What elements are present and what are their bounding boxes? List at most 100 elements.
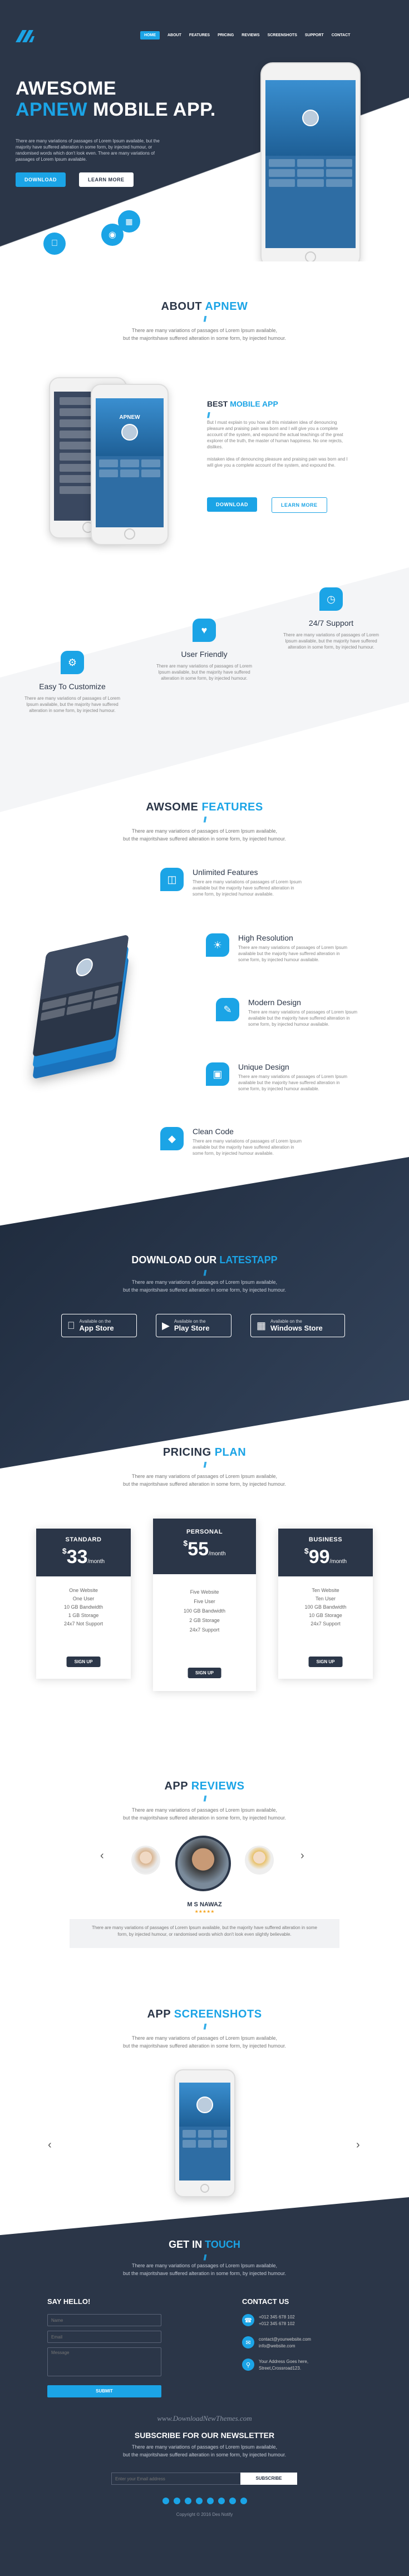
home-button-icon [305,251,316,261]
plan-price: 99 [308,1546,330,1568]
about-paragraph-2: mistaken idea of denouncing pleasure and… [207,457,348,468]
hero-download-button[interactable]: DOWNLOAD [16,172,66,187]
app-store-button[interactable]:  Available on theApp Store [61,1314,137,1337]
screenshots-prev-arrow-icon[interactable]: ‹ [48,2139,52,2152]
download-title-text: DOWNLOAD OUR [131,1254,217,1265]
avatar [196,2096,213,2113]
nav-contact[interactable]: CONTACT [332,33,351,39]
highlight-text: There are many variations of passages of… [283,632,380,650]
reviewer-avatar-right[interactable] [245,1846,274,1875]
download-desc-line1: There are many variations of passages of… [131,1279,278,1285]
slashes-divider: // [203,2022,207,2031]
nav-home[interactable]: HOME [140,31,160,39]
about-download-button[interactable]: DOWNLOAD [207,497,257,512]
reviews-section: APP REVIEWS // There are many variations… [0,1780,409,1958]
feature-high-resolution: ☀ High Resolution There are many variati… [206,933,351,967]
google-plus-icon[interactable] [184,2498,191,2504]
linkedin-icon[interactable] [195,2498,203,2504]
signup-button[interactable]: SIGN UP [66,1657,101,1667]
slashes-divider: // [203,2253,207,2262]
feature-text: There are many variations of passages of… [238,945,348,962]
contact-us-heading: CONTACT US [242,2297,289,2306]
plan-currency: $ [304,1546,309,1555]
hero-learn-more-button[interactable]: LEARN MORE [79,172,134,187]
layers-icon: ◫ [160,868,184,891]
reviews-prev-arrow-icon[interactable]: ‹ [100,1850,104,1862]
hero-title: AWESOME APNEW MOBILE APP. [16,78,216,120]
features-title: AWSOME FEATURES [0,801,409,814]
contact-description: There are many variations of passages of… [0,2262,409,2277]
heart-icon: ♥ [193,619,216,642]
download-section: DOWNLOAD OUR LATESTAPP // There are many… [0,1157,409,1469]
slashes-divider: // [203,1460,207,1469]
feature-title: Clean Code [193,1127,234,1136]
contact-address-1: Your Address Goes here, [259,2359,309,2364]
email-field[interactable] [47,2331,161,2343]
twitter-icon[interactable] [173,2498,180,2504]
features-section: AWSOME FEATURES // There are many variat… [0,801,409,1190]
reviewer-avatar-left[interactable] [131,1846,160,1875]
name-field[interactable] [47,2314,161,2326]
features-description: There are many variations of passages of… [0,827,409,843]
about-phone-right: APNEW [91,384,169,545]
slashes-divider: // [203,314,207,323]
nav-reviews[interactable]: REVIEWS [242,33,259,39]
windows-bubble-icon[interactable]: ▦ [118,210,140,233]
best-title-accent: MOBILE APP [230,399,278,408]
slashes-divider: // [207,411,210,419]
nav-about[interactable]: ABOUT [167,33,181,39]
plan-business: BUSINESS $99/month Ten Website Ten User 100… [278,1529,373,1679]
signup-button[interactable]: SIGN UP [308,1657,343,1667]
feature-title: Unlimited Features [193,868,258,877]
apple-bubble-icon[interactable]:  [43,233,66,255]
nav-pricing[interactable]: PRICING [218,33,234,39]
reviews-title-accent: REVIEWS [191,1780,245,1792]
slashes-divider: // [203,1268,207,1277]
feature-text: There are many variations of passages of… [248,1010,358,1027]
reviewer-avatar-main[interactable] [175,1836,231,1891]
best-app-title: BEST MOBILE APP [207,399,278,408]
location-pin-icon: ⚲ [242,2359,254,2371]
highlight-support: ◷ 24/7 Support There are many variations… [278,587,384,650]
copyright-text: Copyright © 2016 Des Notify [176,2512,233,2517]
main-nav: HOME ABOUT FEATURES PRICING REVIEWS SCRE… [140,31,351,39]
screenshots-next-arrow-icon[interactable]: › [356,2139,360,2152]
screenshots-title-text: APP [147,2008,171,2020]
feature-title: Modern Design [248,998,301,1007]
screenshots-title: APP SCREENSHOTS [0,2008,409,2021]
pinterest-icon[interactable] [206,2498,214,2504]
contact-email-2[interactable]: info@website.com [259,2343,311,2350]
contact-email-1[interactable]: contact@yourwebsite.com [259,2336,311,2343]
plan-features: One Website One User 10 GB Bandwidth 1 GB S… [63,1588,104,1626]
nav-support[interactable]: SUPPORT [305,33,324,39]
newsletter-email-input[interactable] [111,2473,242,2485]
reviews-next-arrow-icon[interactable]: › [300,1850,304,1862]
contact-address: Your Address Goes here, Street,Crossroad1… [259,2359,308,2372]
hero-section: HOME ABOUT FEATURES PRICING REVIEWS SCRE… [0,0,409,261]
rss-icon[interactable] [240,2498,247,2504]
say-hello-heading: SAY HELLO! [47,2297,91,2306]
play-store-button[interactable]: ▶ Available on the Play Store [156,1314,231,1337]
message-field[interactable] [47,2347,161,2376]
dribbble-icon[interactable] [218,2498,225,2504]
pricing-title: PRICING PLAN [0,1446,409,1459]
nav-screenshots[interactable]: SCREENSHOTS [268,33,297,39]
windows-store-button[interactable]: ▦ Available on the Windows Store [250,1314,345,1337]
behance-icon[interactable] [229,2498,236,2504]
pricing-desc-line2: but the majoritshave suffered alteration… [123,1481,286,1487]
signup-button[interactable]: SIGN UP [188,1668,221,1678]
about-title: ABOUT APNEW [0,300,409,313]
avatar [75,956,94,978]
logo-icon[interactable] [16,30,37,42]
subscribe-button[interactable]: SUBSCRIBE [240,2473,297,2485]
review-text: There are many variations of passages of… [92,1925,317,1937]
about-learn-more-button[interactable]: LEARN MORE [272,497,327,513]
plan-standard: STANDARD $33/month One Website One User 10 … [36,1529,131,1679]
download-title-accent: LATESTAPP [219,1254,278,1265]
feature-unlimited: ◫ Unlimited Features There are many vari… [160,868,305,901]
facebook-icon[interactable] [162,2498,169,2504]
submit-button[interactable]: SUBMIT [47,2385,161,2397]
nav-features[interactable]: FEATURES [189,33,210,39]
about-title-text: ABOUT [161,300,203,313]
screenshots-desc-line2: but the majoritshave suffered alteration… [123,2043,286,2049]
